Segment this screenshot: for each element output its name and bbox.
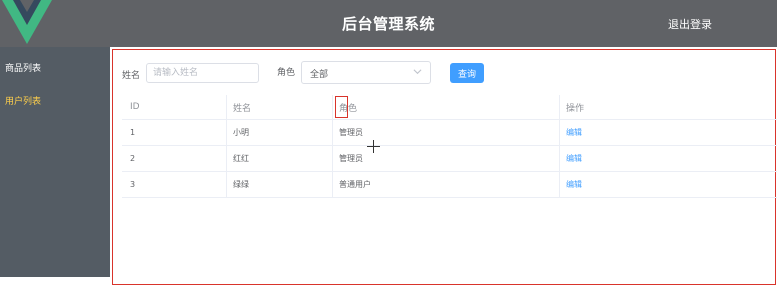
cell-action: 编辑 [560, 120, 777, 145]
highlight-box [335, 96, 348, 118]
edit-link[interactable]: 编辑 [566, 153, 582, 164]
app-title: 后台管理系统 [341, 15, 435, 33]
role-label: 角色 [277, 68, 296, 78]
main-content: 姓名 角色 全部 查询 ID 姓名 角色 操作 1 小明 管理员 编辑 2 红红… [110, 47, 777, 285]
logout-link[interactable]: 退出登录 [668, 16, 712, 32]
role-select[interactable]: 全部 [301, 61, 431, 84]
name-label: 姓名 [122, 71, 141, 81]
column-header-action: 操作 [566, 103, 585, 114]
name-input[interactable] [146, 63, 259, 83]
cell-name: 小明 [227, 120, 333, 145]
cell-id: 1 [122, 120, 227, 145]
role-select-value: 全部 [310, 70, 329, 80]
sidebar: 商品列表 用户列表 [0, 47, 110, 277]
column-header-id: ID [122, 95, 227, 119]
table-header-row: ID 姓名 角色 操作 [122, 95, 777, 120]
sidebar-item-products[interactable]: 商品列表 [5, 61, 41, 74]
query-button[interactable]: 查询 [450, 63, 484, 83]
column-header-role: 角色 [333, 95, 560, 119]
sidebar-item-users[interactable]: 用户列表 [5, 94, 41, 107]
cell-name: 绿绿 [227, 172, 333, 197]
cell-action: 编辑 [560, 146, 777, 171]
cell-role: 普通用户 [333, 172, 560, 197]
cell-id: 2 [122, 146, 227, 171]
edit-link[interactable]: 编辑 [566, 127, 582, 138]
chevron-down-icon [413, 69, 422, 75]
column-header-name: 姓名 [227, 95, 333, 119]
table-row: 2 红红 管理员 编辑 [122, 146, 777, 172]
table-row: 3 绿绿 普通用户 编辑 [122, 172, 777, 198]
cell-action: 编辑 [560, 172, 777, 197]
table-row: 1 小明 管理员 编辑 [122, 120, 777, 146]
cell-id: 3 [122, 172, 227, 197]
edit-link[interactable]: 编辑 [566, 179, 582, 190]
crosshair-cursor-icon [367, 140, 380, 153]
cell-name: 红红 [227, 146, 333, 171]
app-header: 后台管理系统 退出登录 [0, 0, 777, 47]
